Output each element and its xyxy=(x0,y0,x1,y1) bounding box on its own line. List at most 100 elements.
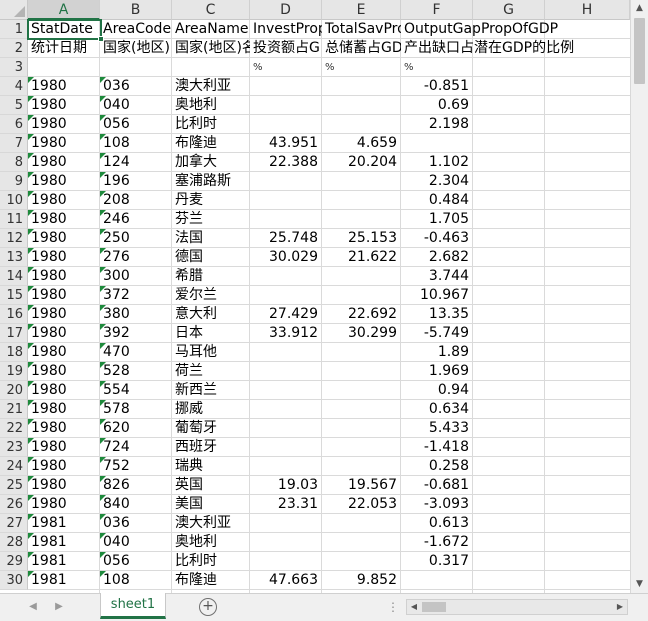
vertical-scroll-thumb[interactable] xyxy=(634,18,645,84)
cell-a28[interactable]: 1981 xyxy=(28,533,100,552)
cell-a7[interactable]: 1980 xyxy=(28,134,100,153)
row-header-14[interactable]: 14 xyxy=(0,267,28,286)
row-header-18[interactable]: 18 xyxy=(0,343,28,362)
cell-c21[interactable]: 挪威 xyxy=(172,400,250,419)
cell-b18[interactable]: 470 xyxy=(100,343,172,362)
cell-c9[interactable]: 塞浦路斯 xyxy=(172,172,250,191)
cell-e8[interactable]: 20.204 xyxy=(322,153,401,172)
cell-c23[interactable]: 西班牙 xyxy=(172,438,250,457)
cell-c29[interactable]: 比利时 xyxy=(172,552,250,571)
cell-d25[interactable]: 19.03 xyxy=(250,476,322,495)
cell-d13[interactable]: 30.029 xyxy=(250,248,322,267)
cell-f29[interactable]: 0.317 xyxy=(401,552,473,571)
cell-b13[interactable]: 276 xyxy=(100,248,172,267)
cell-f16[interactable]: 13.35 xyxy=(401,305,473,324)
cell-c20[interactable]: 新西兰 xyxy=(172,381,250,400)
cell-e16[interactable]: 22.692 xyxy=(322,305,401,324)
cell-b23[interactable]: 724 xyxy=(100,438,172,457)
cell-b27[interactable]: 036 xyxy=(100,514,172,533)
column-header-g[interactable]: G xyxy=(473,0,545,20)
cell-e3[interactable]: % xyxy=(322,58,401,77)
cell-f20[interactable]: 0.94 xyxy=(401,381,473,400)
cell-c14[interactable]: 希腊 xyxy=(172,267,250,286)
cell-a13[interactable]: 1980 xyxy=(28,248,100,267)
row-header-10[interactable]: 10 xyxy=(0,191,28,210)
row-header-3[interactable]: 3 xyxy=(0,58,28,77)
cell-f2[interactable]: 产出缺口占潜在GDP的比例 xyxy=(401,39,630,58)
cell-b12[interactable]: 250 xyxy=(100,229,172,248)
cell-f4[interactable]: -0.851 xyxy=(401,77,473,96)
cell-c8[interactable]: 加拿大 xyxy=(172,153,250,172)
cell-d8[interactable]: 22.388 xyxy=(250,153,322,172)
add-sheet-icon[interactable]: + xyxy=(199,598,217,616)
cell-b24[interactable]: 752 xyxy=(100,457,172,476)
cell-a29[interactable]: 1981 xyxy=(28,552,100,571)
horizontal-scroll-thumb[interactable] xyxy=(422,602,446,612)
row-header-5[interactable]: 5 xyxy=(0,96,28,115)
cell-b4[interactable]: 036 xyxy=(100,77,172,96)
row-header-13[interactable]: 13 xyxy=(0,248,28,267)
cell-c25[interactable]: 英国 xyxy=(172,476,250,495)
cell-f10[interactable]: 0.484 xyxy=(401,191,473,210)
next-sheet-icon[interactable]: ▶ xyxy=(52,600,66,614)
row-header-4[interactable]: 4 xyxy=(0,77,28,96)
cell-f14[interactable]: 3.744 xyxy=(401,267,473,286)
cell-f6[interactable]: 2.198 xyxy=(401,115,473,134)
column-header-d[interactable]: D xyxy=(250,0,322,20)
cell-a15[interactable]: 1980 xyxy=(28,286,100,305)
row-header-21[interactable]: 21 xyxy=(0,400,28,419)
cell-f17[interactable]: -5.749 xyxy=(401,324,473,343)
cell-b30[interactable]: 108 xyxy=(100,571,172,590)
cell-f21[interactable]: 0.634 xyxy=(401,400,473,419)
cell-b2[interactable]: 国家(地区) xyxy=(100,39,172,58)
cell-f15[interactable]: 10.967 xyxy=(401,286,473,305)
cell-e1[interactable]: TotalSavPro xyxy=(322,20,401,39)
cell-d1[interactable]: InvestProp xyxy=(250,20,322,39)
row-header-15[interactable]: 15 xyxy=(0,286,28,305)
prev-sheet-icon[interactable]: ◀ xyxy=(26,600,40,614)
cell-a18[interactable]: 1980 xyxy=(28,343,100,362)
cell-d16[interactable]: 27.429 xyxy=(250,305,322,324)
cell-a27[interactable]: 1981 xyxy=(28,514,100,533)
cell-b16[interactable]: 380 xyxy=(100,305,172,324)
row-header-11[interactable]: 11 xyxy=(0,210,28,229)
cell-b20[interactable]: 554 xyxy=(100,381,172,400)
cell-a24[interactable]: 1980 xyxy=(28,457,100,476)
cell-f25[interactable]: -0.681 xyxy=(401,476,473,495)
cell-a25[interactable]: 1980 xyxy=(28,476,100,495)
spreadsheet-grid[interactable]: A B C D E F G H 1 2 3 4 5 6 7 8 9 10 11 12 13 14 15 16 17 18 19 20 2… xyxy=(0,0,630,593)
row-header-27[interactable]: 27 xyxy=(0,514,28,533)
cell-c2[interactable]: 国家(地区)名 xyxy=(172,39,250,58)
cell-d26[interactable]: 23.31 xyxy=(250,495,322,514)
cell-b10[interactable]: 208 xyxy=(100,191,172,210)
cell-c30[interactable]: 布隆迪 xyxy=(172,571,250,590)
cell-f26[interactable]: -3.093 xyxy=(401,495,473,514)
row-header-30[interactable]: 30 xyxy=(0,571,28,590)
row-header-6[interactable]: 6 xyxy=(0,115,28,134)
row-header-22[interactable]: 22 xyxy=(0,419,28,438)
cell-b21[interactable]: 578 xyxy=(100,400,172,419)
row-header-25[interactable]: 25 xyxy=(0,476,28,495)
scroll-left-icon[interactable]: ◀ xyxy=(407,600,421,614)
cell-b14[interactable]: 300 xyxy=(100,267,172,286)
cell-f8[interactable]: 1.102 xyxy=(401,153,473,172)
column-header-a[interactable]: A xyxy=(28,0,100,20)
cell-f18[interactable]: 1.89 xyxy=(401,343,473,362)
cell-d7[interactable]: 43.951 xyxy=(250,134,322,153)
cell-f22[interactable]: 5.433 xyxy=(401,419,473,438)
cell-f19[interactable]: 1.969 xyxy=(401,362,473,381)
cell-b11[interactable]: 246 xyxy=(100,210,172,229)
cell-c10[interactable]: 丹麦 xyxy=(172,191,250,210)
cell-c26[interactable]: 美国 xyxy=(172,495,250,514)
cell-c11[interactable]: 芬兰 xyxy=(172,210,250,229)
horizontal-scrollbar[interactable]: ◀ ▶ xyxy=(406,599,628,615)
cell-b15[interactable]: 372 xyxy=(100,286,172,305)
row-header-24[interactable]: 24 xyxy=(0,457,28,476)
cell-b19[interactable]: 528 xyxy=(100,362,172,381)
row-header-9[interactable]: 9 xyxy=(0,172,28,191)
cell-a5[interactable]: 1980 xyxy=(28,96,100,115)
row-header-26[interactable]: 26 xyxy=(0,495,28,514)
cell-b17[interactable]: 392 xyxy=(100,324,172,343)
column-header-e[interactable]: E xyxy=(322,0,401,20)
select-all-corner[interactable] xyxy=(0,0,28,20)
